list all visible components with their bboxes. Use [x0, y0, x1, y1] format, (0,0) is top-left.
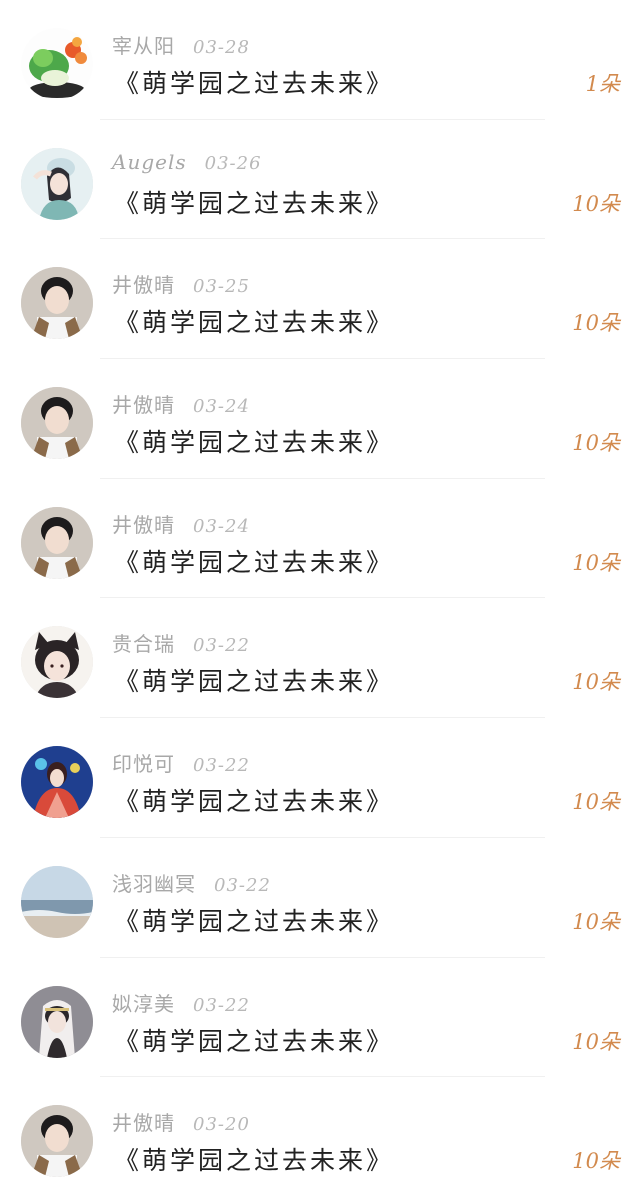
book-title[interactable]: 《萌学园之过去未来》	[114, 303, 394, 339]
gift-date: 03-26	[204, 152, 262, 174]
flower-count: 10朵	[572, 790, 620, 815]
avatar[interactable]	[21, 985, 93, 1058]
avatar[interactable]	[21, 506, 93, 579]
book-title[interactable]: 《萌学园之过去未来》	[114, 902, 394, 938]
list-item[interactable]: 印悦可 03-22 《萌学园之过去未来》 10朵	[0, 718, 640, 838]
user-name[interactable]: 贵合瑞	[112, 628, 175, 657]
gift-date: 03-22	[193, 755, 250, 777]
avatar[interactable]	[21, 626, 93, 699]
boy-avatar-icon	[21, 1105, 93, 1178]
avatar[interactable]	[21, 147, 93, 220]
list-item[interactable]: 井傲晴 03-25 《萌学园之过去未来》 10朵	[0, 239, 640, 359]
book-title[interactable]: 《萌学园之过去未来》	[114, 543, 394, 579]
veil-girl-avatar-icon	[21, 985, 93, 1058]
boy-avatar-icon	[21, 506, 93, 579]
book-title[interactable]: 《萌学园之过去未来》	[114, 1141, 394, 1177]
book-title[interactable]: 《萌学园之过去未来》	[114, 184, 394, 220]
avatar[interactable]	[21, 1105, 93, 1178]
gift-date: 03-22	[193, 635, 250, 657]
book-title[interactable]: 《萌学园之过去未来》	[114, 423, 394, 459]
flower-count: 10朵	[572, 311, 620, 336]
flower-count: 10朵	[572, 909, 620, 934]
list-item[interactable]: 井傲晴 03-24 《萌学园之过去未来》 10朵	[0, 359, 640, 479]
cat-girl-avatar-icon	[21, 626, 93, 699]
gift-date: 03-24	[193, 396, 250, 418]
avatar[interactable]	[21, 746, 93, 819]
flower-count: 10朵	[572, 1029, 620, 1054]
avatar[interactable]	[21, 28, 93, 100]
boy-avatar-icon	[21, 267, 93, 340]
user-name[interactable]: 井傲晴	[112, 269, 175, 298]
list-item[interactable]: 浅羽幽冥 03-22 《萌学园之过去未来》 10朵	[0, 838, 640, 958]
gift-date: 03-20	[193, 1114, 250, 1136]
flower-count: 10朵	[572, 191, 620, 216]
user-name[interactable]: 井傲晴	[112, 1107, 175, 1136]
book-title[interactable]: 《萌学园之过去未来》	[114, 64, 394, 100]
gift-date: 03-28	[193, 37, 250, 58]
user-name[interactable]: Augels	[112, 150, 187, 174]
list-item[interactable]: Augels 03-26 《萌学园之过去未来》 10朵	[0, 120, 640, 240]
girl-avatar-icon	[21, 147, 93, 220]
flower-count: 1朵	[585, 72, 620, 96]
plant-icon	[21, 28, 93, 100]
avatar[interactable]	[21, 387, 93, 460]
list-item[interactable]: 井傲晴 03-20 《萌学园之过去未来》 10朵	[0, 1077, 640, 1197]
user-name[interactable]: 井傲晴	[112, 509, 175, 538]
gift-date: 03-24	[193, 515, 250, 537]
book-title[interactable]: 《萌学园之过去未来》	[114, 1022, 394, 1058]
user-name[interactable]: 印悦可	[112, 748, 175, 777]
gift-date: 03-25	[193, 276, 250, 298]
user-name[interactable]: 姒淳美	[112, 988, 175, 1017]
list-item[interactable]: 井傲晴 03-24 《萌学园之过去未来》 10朵	[0, 479, 640, 599]
avatar[interactable]	[21, 865, 93, 938]
user-name[interactable]: 井傲晴	[112, 389, 175, 418]
book-title[interactable]: 《萌学园之过去未来》	[114, 662, 394, 698]
gift-date: 03-22	[214, 874, 271, 896]
flower-count: 10朵	[572, 431, 620, 456]
avatar[interactable]	[21, 267, 93, 340]
list-item[interactable]: 贵合瑞 03-22 《萌学园之过去未来》 10朵	[0, 598, 640, 718]
flower-count: 10朵	[572, 1149, 620, 1174]
gift-list: 宰从阳 03-28 《萌学园之过去未来》 1朵 Augels 03-26 《萌学…	[0, 0, 640, 1194]
user-name[interactable]: 浅羽幽冥	[112, 868, 196, 897]
sea-avatar-icon	[21, 865, 93, 938]
boy-avatar-icon	[21, 387, 93, 460]
user-name[interactable]: 宰从阳	[112, 30, 175, 59]
list-item[interactable]: 宰从阳 03-28 《萌学园之过去未来》 1朵	[0, 0, 640, 120]
book-title[interactable]: 《萌学园之过去未来》	[114, 782, 394, 818]
gift-date: 03-22	[193, 994, 250, 1016]
flower-count: 10朵	[572, 550, 620, 575]
hanfu-avatar-icon	[21, 746, 93, 819]
list-item[interactable]: 姒淳美 03-22 《萌学园之过去未来》 10朵	[0, 958, 640, 1078]
flower-count: 10朵	[572, 670, 620, 695]
